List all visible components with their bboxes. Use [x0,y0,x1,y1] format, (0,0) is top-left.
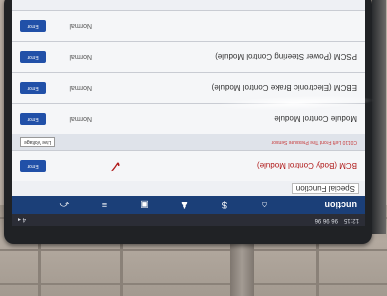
fault-code-text: C0110 Left Front Tire Pressure Sensor [271,139,357,145]
tablet-stand [230,238,254,296]
fault-code-row: C0110 Left Front Tire Pressure Sensor Li… [12,134,365,150]
special-function-bar: Special Function [12,181,365,196]
status-bar: 12:15 96 96 96 4 ◂ [12,214,365,226]
error-button[interactable]: Error [20,113,46,125]
toolbar-title: unction [324,200,358,210]
module-name: Module Control Module [274,114,357,124]
status-right: 4 ◂ [18,216,27,223]
person-icon[interactable]: ♟ [165,200,205,211]
module-status: Normal [69,22,92,30]
error-button[interactable]: Error [20,160,46,172]
module-row[interactable]: Normal Error [12,10,365,41]
dollar-icon[interactable]: $ [205,200,245,210]
module-status: Normal [69,115,92,123]
error-button[interactable]: Error [20,20,46,32]
module-row-pscm[interactable]: PSCM (Power Steering Control Module) Nor… [12,41,365,72]
list-icon[interactable]: ≡ [85,200,125,210]
status-indicators: 96 96 96 [314,217,338,223]
tablet-device: 12:15 96 96 96 4 ◂ unction ⌂ $ ♟ ▣ ≡ ⤺ S… [4,0,386,244]
module-name: PSCM (Power Steering Control Module) [215,52,357,62]
module-status: Normal [69,53,92,61]
check-mark-icon: ✓ [108,157,122,174]
error-button[interactable]: Error [20,51,46,63]
live-voltage-button[interactable]: Live Voltage [20,137,56,147]
module-name: BCM (Body Control Module) [256,161,357,171]
special-function-tab[interactable]: Special Function [291,183,359,194]
error-button[interactable]: Error [20,82,46,94]
home-icon[interactable]: ⌂ [245,200,285,210]
status-time: 12:15 [343,217,359,223]
diagnostic-screen: 12:15 96 96 96 4 ◂ unction ⌂ $ ♟ ▣ ≡ ⤺ S… [12,0,365,226]
printer-icon[interactable]: ▣ [125,200,165,211]
module-row-bcm[interactable]: BCM (Body Control Module) ✓ Error [12,150,365,181]
top-toolbar: unction ⌂ $ ♟ ▣ ≡ ⤺ [12,196,365,214]
back-icon[interactable]: ⤺ [45,200,85,211]
tablet-edge [372,0,386,234]
module-status: Normal [69,84,92,92]
module-name: EBCM (Electronic Brake Control Module) [211,83,357,93]
